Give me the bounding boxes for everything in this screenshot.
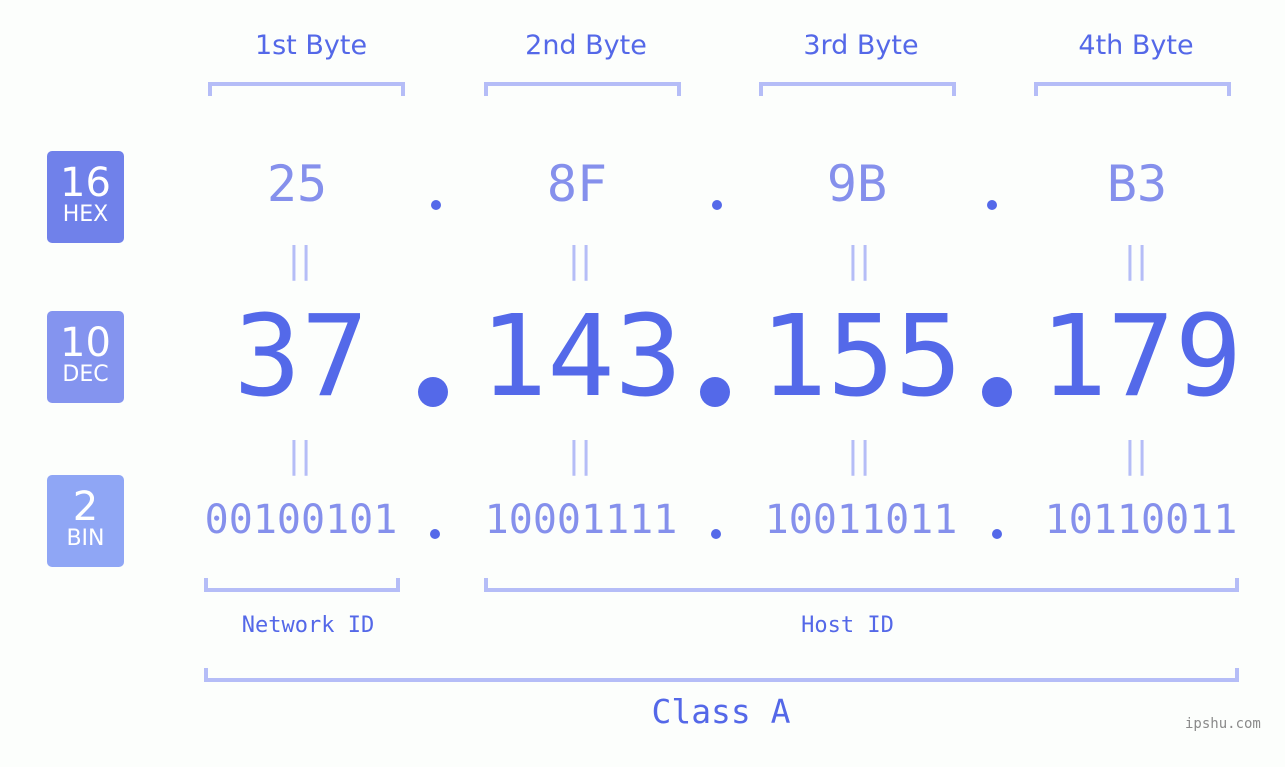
network-id-bracket	[204, 578, 400, 592]
byte-bracket-1	[208, 82, 405, 96]
hex-byte-4: B3	[1106, 155, 1168, 213]
byte-bracket-3	[759, 82, 956, 96]
hex-byte-2: 8F	[546, 155, 608, 213]
dec-byte-1: 37	[233, 292, 369, 422]
bin-byte-3: 10011011	[764, 497, 958, 543]
bin-dot-1	[430, 529, 440, 539]
dec-dot-2	[700, 377, 730, 407]
class-bracket	[204, 668, 1239, 682]
byte-header-2: 2nd Byte	[525, 30, 647, 61]
dec-byte-4: 179	[1039, 292, 1243, 422]
byte-header-1: 1st Byte	[254, 30, 368, 61]
hex-dot-2	[712, 200, 722, 210]
equals-hex-dec-3: ||	[846, 240, 872, 281]
byte-bracket-4	[1034, 82, 1231, 96]
equals-dec-bin-4: ||	[1123, 435, 1149, 476]
dec-byte-3: 155	[759, 292, 963, 422]
host-id-bracket	[484, 578, 1239, 592]
hex-label: HEX	[62, 202, 109, 227]
dec-badge: 10 DEC	[47, 311, 124, 403]
hex-dot-1	[431, 200, 441, 210]
class-label: Class A	[651, 692, 791, 731]
equals-dec-bin-3: ||	[846, 435, 872, 476]
equals-hex-dec-2: ||	[567, 240, 593, 281]
byte-header-4: 4th Byte	[1078, 30, 1194, 61]
bin-dot-3	[992, 529, 1002, 539]
equals-dec-bin-1: ||	[287, 435, 313, 476]
hex-base: 16	[60, 160, 111, 206]
hex-byte-1: 25	[266, 155, 328, 213]
bin-byte-2: 10001111	[484, 497, 678, 543]
hex-byte-3: 9B	[826, 155, 888, 213]
bin-byte-1: 00100101	[204, 497, 398, 543]
hex-badge: 16 HEX	[47, 151, 124, 243]
dec-byte-2: 143	[479, 292, 683, 422]
equals-hex-dec-1: ||	[287, 240, 313, 281]
dec-dot-1	[418, 377, 448, 407]
watermark: ipshu.com	[1185, 716, 1261, 732]
dec-base: 10	[60, 320, 111, 366]
bin-label: BIN	[66, 526, 105, 551]
bin-base: 2	[72, 484, 99, 530]
hex-dot-3	[987, 200, 997, 210]
bin-badge: 2 BIN	[47, 475, 124, 567]
bin-dot-2	[711, 529, 721, 539]
byte-header-3: 3rd Byte	[803, 30, 919, 61]
dec-dot-3	[982, 377, 1012, 407]
equals-dec-bin-2: ||	[567, 435, 593, 476]
bin-byte-4: 10110011	[1044, 497, 1238, 543]
byte-bracket-2	[484, 82, 681, 96]
host-id-label: Host ID	[801, 613, 894, 638]
dec-label: DEC	[62, 362, 109, 387]
equals-hex-dec-4: ||	[1123, 240, 1149, 281]
network-id-label: Network ID	[241, 613, 375, 638]
